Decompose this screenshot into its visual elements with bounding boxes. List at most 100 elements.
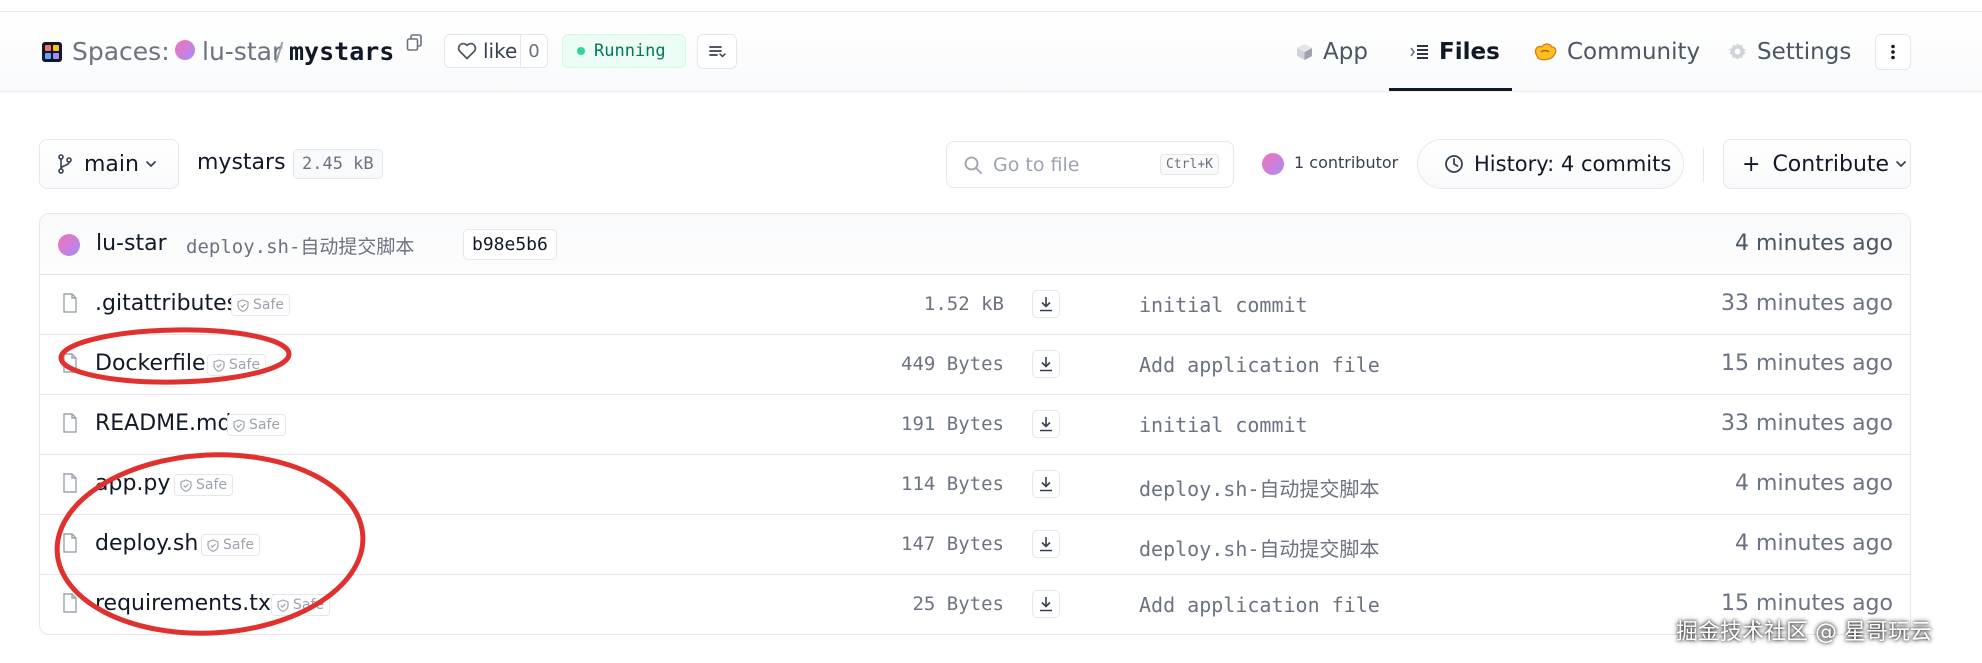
- safe-badge[interactable]: Safe: [201, 534, 261, 556]
- commit-message[interactable]: deploy.sh-自动提交脚本: [186, 232, 414, 259]
- file-size: 147 Bytes: [901, 533, 1004, 555]
- heart-icon: [451, 42, 483, 60]
- commit-hash-badge[interactable]: b98e5b6: [463, 229, 557, 260]
- file-size: 449 Bytes: [901, 353, 1004, 375]
- shield-check-icon: [277, 598, 289, 612]
- last-commit-row: lu-star deploy.sh-自动提交脚本 b98e5b6 4 minut…: [40, 214, 1910, 275]
- safe-badge[interactable]: Safe: [174, 474, 234, 496]
- owner-avatar[interactable]: [175, 40, 195, 60]
- branch-selector[interactable]: main: [39, 139, 179, 189]
- download-button[interactable]: [1032, 530, 1060, 558]
- branch-name: main: [84, 151, 139, 177]
- file-name[interactable]: requirements.txt: [95, 591, 279, 616]
- file-icon: [63, 353, 77, 373]
- file-row[interactable]: app.py Safe 114 Bytes deploy.sh-自动提交脚本 4…: [40, 454, 1910, 515]
- chevron-down-icon: [1895, 160, 1907, 168]
- plus-icon: +: [1742, 151, 1761, 177]
- tab-files-label: Files: [1439, 38, 1500, 65]
- tab-files[interactable]: Files: [1410, 12, 1500, 91]
- file-name[interactable]: app.py: [95, 471, 170, 496]
- status-badge[interactable]: Running: [562, 34, 686, 68]
- current-path[interactable]: mystars: [197, 150, 286, 175]
- like-button[interactable]: like 0: [444, 34, 548, 68]
- safe-badge[interactable]: Safe: [207, 354, 267, 376]
- file-commit-time: 33 minutes ago: [1721, 291, 1893, 316]
- safe-badge[interactable]: Safe: [231, 294, 291, 316]
- contributors-link[interactable]: 1 contributor: [1294, 153, 1398, 172]
- file-commit-message[interactable]: initial commit: [1139, 413, 1308, 437]
- safe-badge[interactable]: Safe: [271, 594, 331, 616]
- vertical-dots-icon: [1891, 44, 1895, 60]
- file-icon: [63, 593, 77, 613]
- file-row[interactable]: .gitattributes Safe 1.52 kB initial comm…: [40, 274, 1910, 335]
- download-button[interactable]: [1032, 410, 1060, 438]
- spaces-label[interactable]: Spaces:: [72, 12, 170, 91]
- cube-icon: [1297, 43, 1312, 60]
- watermark: 掘金技术社区 @ 星哥玩云: [1676, 620, 1932, 645]
- download-icon: [1040, 477, 1052, 492]
- path-separator: /: [275, 37, 284, 66]
- active-tab-indicator: [1389, 88, 1512, 91]
- more-options-button[interactable]: [1875, 34, 1911, 70]
- contribute-button[interactable]: + Contribute: [1723, 139, 1911, 189]
- download-button[interactable]: [1032, 290, 1060, 318]
- go-to-file-input[interactable]: Go to file Ctrl+K: [946, 141, 1234, 188]
- download-button[interactable]: [1032, 590, 1060, 618]
- owner-name[interactable]: lu-star: [202, 12, 282, 91]
- copy-icon[interactable]: [406, 34, 423, 51]
- go-to-file-placeholder: Go to file: [993, 153, 1080, 176]
- file-commit-message[interactable]: Add application file: [1139, 353, 1380, 377]
- safe-label: Safe: [196, 477, 228, 493]
- file-row[interactable]: deploy.sh Safe 147 Bytes deploy.sh-自动提交脚…: [40, 514, 1910, 575]
- file-commit-message[interactable]: deploy.sh-自动提交脚本: [1139, 473, 1379, 502]
- file-commit-message[interactable]: Add application file: [1139, 593, 1380, 617]
- file-commit-message[interactable]: initial commit: [1139, 293, 1308, 317]
- tab-app[interactable]: App: [1296, 12, 1368, 91]
- contributor-avatar[interactable]: [1262, 153, 1284, 175]
- spaces-logo-icon: [42, 42, 62, 62]
- file-row[interactable]: README.md Safe 191 Bytes initial commit …: [40, 394, 1910, 455]
- download-button[interactable]: [1032, 350, 1060, 378]
- file-name[interactable]: README.md: [95, 411, 231, 436]
- file-name[interactable]: .gitattributes: [95, 291, 238, 316]
- file-icon: [63, 293, 77, 313]
- keyboard-shortcut-hint: Ctrl+K: [1160, 154, 1219, 175]
- repo-name[interactable]: mystars: [289, 12, 394, 91]
- tab-settings[interactable]: Settings: [1728, 12, 1851, 91]
- like-label: like: [483, 39, 518, 63]
- file-commit-time: 15 minutes ago: [1721, 591, 1893, 616]
- clock-icon: [1445, 155, 1463, 173]
- file-commit-time: 4 minutes ago: [1735, 471, 1893, 496]
- logs-icon: [709, 45, 726, 58]
- file-name[interactable]: deploy.sh: [95, 531, 198, 556]
- file-commit-time: 4 minutes ago: [1735, 531, 1893, 556]
- download-icon: [1040, 357, 1052, 372]
- tab-community[interactable]: Community: [1533, 12, 1700, 91]
- download-icon: [1040, 297, 1052, 312]
- safe-badge[interactable]: Safe: [227, 414, 287, 436]
- commit-author-avatar[interactable]: [58, 234, 80, 256]
- history-button[interactable]: History: 4 commits: [1417, 139, 1684, 189]
- file-name[interactable]: Dockerfile: [95, 351, 206, 376]
- file-size: 114 Bytes: [901, 473, 1004, 495]
- logs-button[interactable]: [697, 34, 737, 69]
- file-row[interactable]: requirements.txt Safe 25 Bytes Add appli…: [40, 574, 1910, 634]
- toolbar-divider: [1703, 148, 1704, 182]
- file-list: lu-star deploy.sh-自动提交脚本 b98e5b6 4 minut…: [39, 213, 1911, 635]
- tab-settings-label: Settings: [1757, 38, 1852, 65]
- file-size: 1.52 kB: [923, 293, 1004, 315]
- file-commit-time: 15 minutes ago: [1721, 351, 1893, 376]
- community-icon: [1534, 42, 1557, 60]
- repo-size-badge: 2.45 kB: [293, 149, 383, 179]
- file-row[interactable]: Dockerfile Safe 449 Bytes Add applicatio…: [40, 334, 1910, 395]
- commit-time: 4 minutes ago: [1735, 231, 1893, 256]
- download-button[interactable]: [1032, 470, 1060, 498]
- commit-author[interactable]: lu-star: [96, 231, 167, 256]
- safe-label: Safe: [293, 597, 325, 613]
- file-icon: [63, 533, 77, 553]
- search-icon: [964, 156, 982, 174]
- file-commit-message[interactable]: deploy.sh-自动提交脚本: [1139, 533, 1379, 562]
- file-size: 191 Bytes: [901, 413, 1004, 435]
- shield-check-icon: [207, 538, 219, 552]
- status-dot-icon: [577, 47, 585, 55]
